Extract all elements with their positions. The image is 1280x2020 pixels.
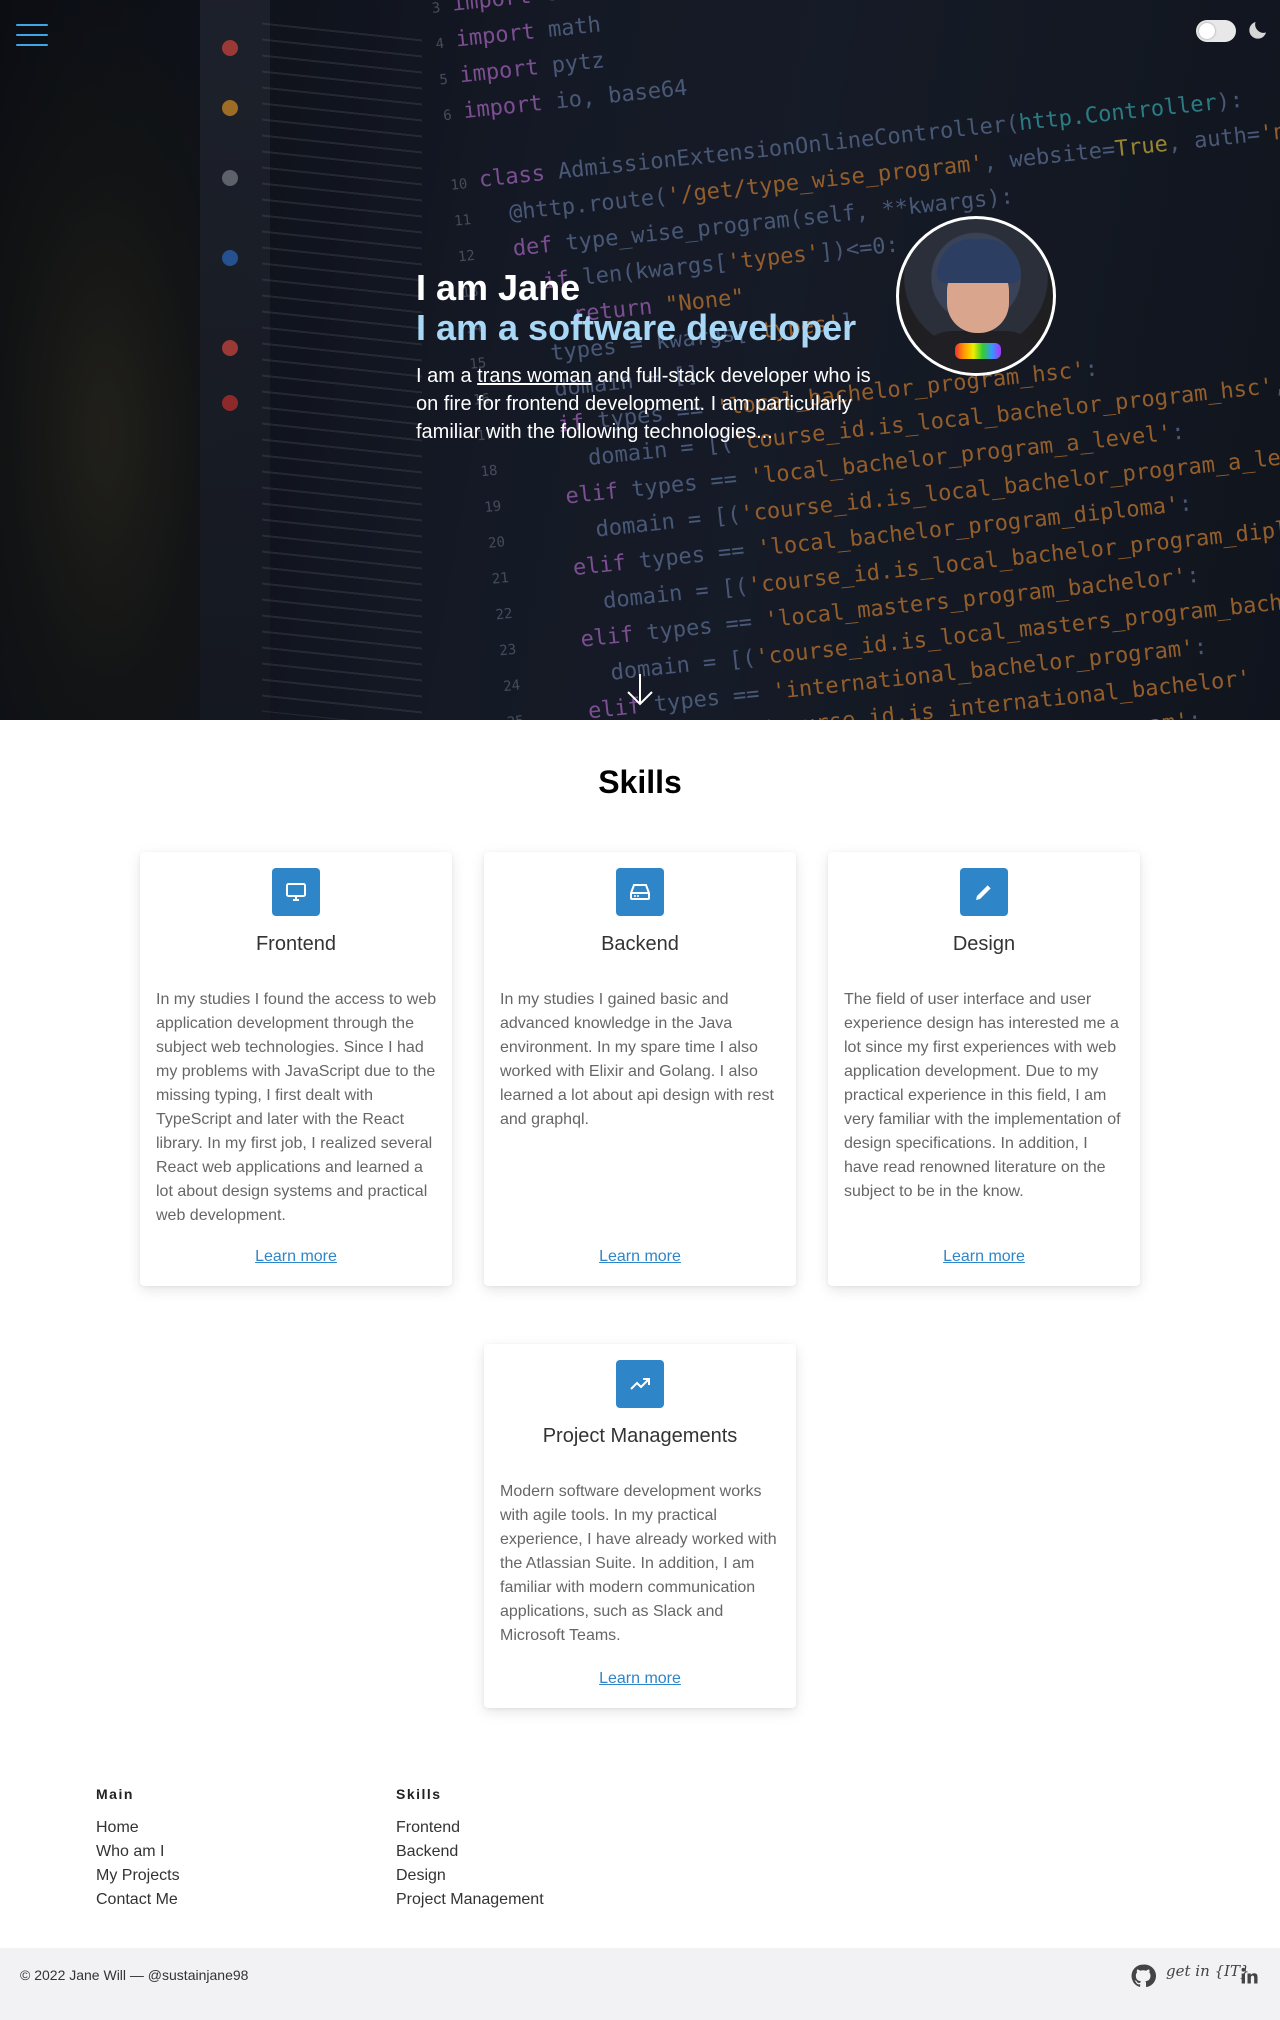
avatar-shirt-logo: [955, 343, 1001, 359]
hamburger-icon-line: [16, 44, 48, 46]
footer-link-my-projects[interactable]: My Projects: [96, 1864, 180, 1888]
skills-heading: Skills: [598, 764, 682, 800]
footer-main-column: Main Home Who am I My Projects Contact M…: [96, 1786, 180, 1912]
skill-card-text: Modern software development works with a…: [500, 1483, 777, 1644]
hamburger-icon-line: [16, 24, 48, 26]
footer-skills-column: Skills Frontend Backend Design Project M…: [396, 1786, 544, 1912]
copyright-text: © 2022 Jane Will — @sustainjane98: [20, 1967, 249, 1983]
moon-icon[interactable]: [1246, 18, 1270, 42]
hero-intro: I am a trans woman and full-stack develo…: [416, 362, 896, 446]
skill-card-project-management: Project Managements Modern software deve…: [484, 1344, 796, 1708]
pencil-icon[interactable]: [960, 868, 1008, 916]
skill-card-design: Design The field of user interface and u…: [828, 852, 1140, 1286]
skill-card-title: Frontend: [255, 933, 337, 955]
footer-bar: © 2022 Jane Will — @sustainjane98 get in…: [0, 1948, 1280, 2020]
scroll-down-arrow-icon[interactable]: [624, 672, 656, 708]
hamburger-icon-line: [16, 34, 48, 36]
trans-woman-link[interactable]: trans woman: [477, 365, 592, 387]
linkedin-icon[interactable]: [1240, 1962, 1260, 1990]
footer-link-backend[interactable]: Backend: [396, 1840, 544, 1864]
monitor-icon[interactable]: [272, 868, 320, 916]
footer-link-project-management[interactable]: Project Management: [396, 1888, 544, 1912]
footer-link-frontend[interactable]: Frontend: [396, 1816, 544, 1840]
menu-button[interactable]: [16, 24, 48, 48]
hero-subtitle: I am a software developer: [416, 307, 857, 348]
server-icon[interactable]: [616, 868, 664, 916]
skill-card-backend: Backend In my studies I gained basic and…: [484, 852, 796, 1286]
skill-card-title: Project Managements: [542, 1425, 738, 1447]
avatar-hair: [937, 239, 1021, 283]
hero-intro-before: I am a: [416, 365, 478, 387]
dark-mode-toggle[interactable]: [1196, 20, 1236, 42]
footer-link-home[interactable]: Home: [96, 1816, 180, 1840]
footer-skills-heading: Skills: [396, 1786, 442, 1802]
skill-card-title: Backend: [601, 933, 679, 955]
learn-more-link[interactable]: Learn more: [484, 1248, 796, 1266]
skill-card-title: Design: [952, 933, 1016, 955]
avatar: [896, 216, 1056, 376]
github-icon[interactable]: [1130, 1962, 1156, 1990]
learn-more-link[interactable]: Learn more: [140, 1248, 452, 1266]
getin-it-logo[interactable]: get in {IT}: [1166, 1962, 1250, 1980]
hero-title: I am Jane: [416, 267, 581, 308]
footer-main-heading: Main: [96, 1786, 134, 1802]
skill-card-text: The field of user interface and user exp…: [844, 991, 1121, 1200]
footer-link-contact-me[interactable]: Contact Me: [96, 1888, 180, 1912]
hero-section: 3import calendar 4import math 5import py…: [0, 0, 1280, 720]
skill-card-text: In my studies I gained basic and advance…: [500, 991, 774, 1128]
footer-link-who-am-i[interactable]: Who am I: [96, 1840, 180, 1864]
toggle-knob: [1199, 23, 1215, 39]
skill-card-text: In my studies I found the access to web …: [156, 991, 437, 1224]
skill-card-frontend: Frontend In my studies I found the acces…: [140, 852, 452, 1286]
trending-up-icon[interactable]: [616, 1360, 664, 1408]
hero-text: I am Jane I am a software developer I am…: [416, 268, 896, 446]
learn-more-link[interactable]: Learn more: [828, 1248, 1140, 1266]
learn-more-link[interactable]: Learn more: [484, 1670, 796, 1688]
footer-link-design[interactable]: Design: [396, 1864, 544, 1888]
